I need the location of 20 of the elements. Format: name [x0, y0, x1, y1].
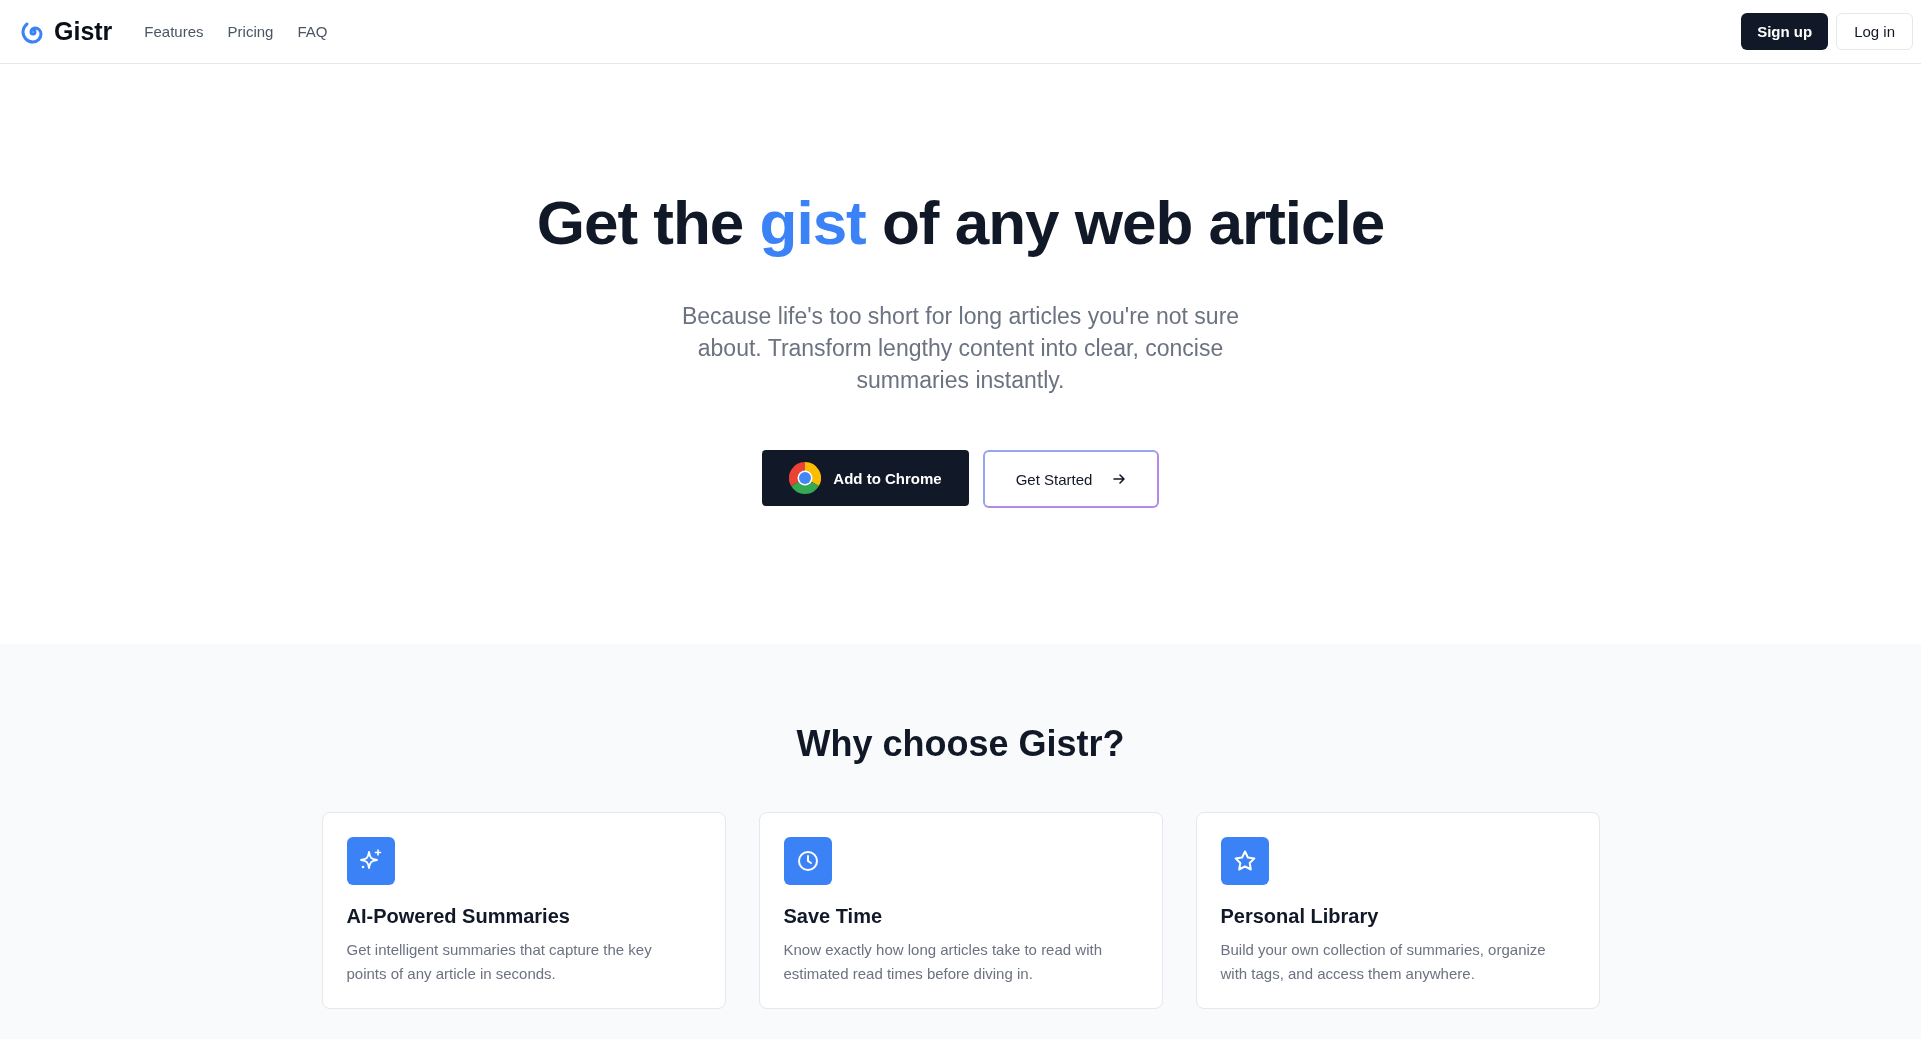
log-in-button[interactable]: Log in — [1836, 13, 1913, 50]
logo-link[interactable]: Gistr — [18, 16, 113, 47]
card-description: Build your own collection of summaries, organize with tags, and access them anywhere. — [1220, 940, 1547, 984]
add-to-chrome-button[interactable]: Add to Chrome — [762, 450, 969, 506]
arrow-right-icon — [1112, 472, 1127, 486]
sparkles-icon — [346, 837, 395, 885]
nav-link[interactable]: Pricing — [227, 23, 274, 40]
card-description: Know exactly how long articles take to read with estimated read times before diving in. — [783, 940, 1103, 984]
section-heading: Why choose Gistr? — [796, 724, 1125, 764]
chrome-icon — [789, 462, 822, 494]
card-description: Get intelligent summaries that capture the key points of any article in seconds. — [346, 940, 653, 984]
nav-link[interactable]: Features — [144, 23, 204, 40]
card-title: AI-Powered Summaries — [346, 905, 571, 928]
card-title: Personal Library — [1220, 905, 1380, 928]
clock-icon — [783, 837, 832, 885]
hero-subtitle: Because life's too short for long articles you're not sure about. Transform lengthy content into clear, concise summaries instantly. — [680, 302, 1241, 395]
sign-up-button[interactable]: Sign up — [1741, 13, 1829, 50]
nav-link[interactable]: FAQ — [297, 23, 328, 40]
card-title: Save Time — [783, 905, 884, 928]
get-started-button[interactable]: Get Started — [983, 450, 1159, 508]
